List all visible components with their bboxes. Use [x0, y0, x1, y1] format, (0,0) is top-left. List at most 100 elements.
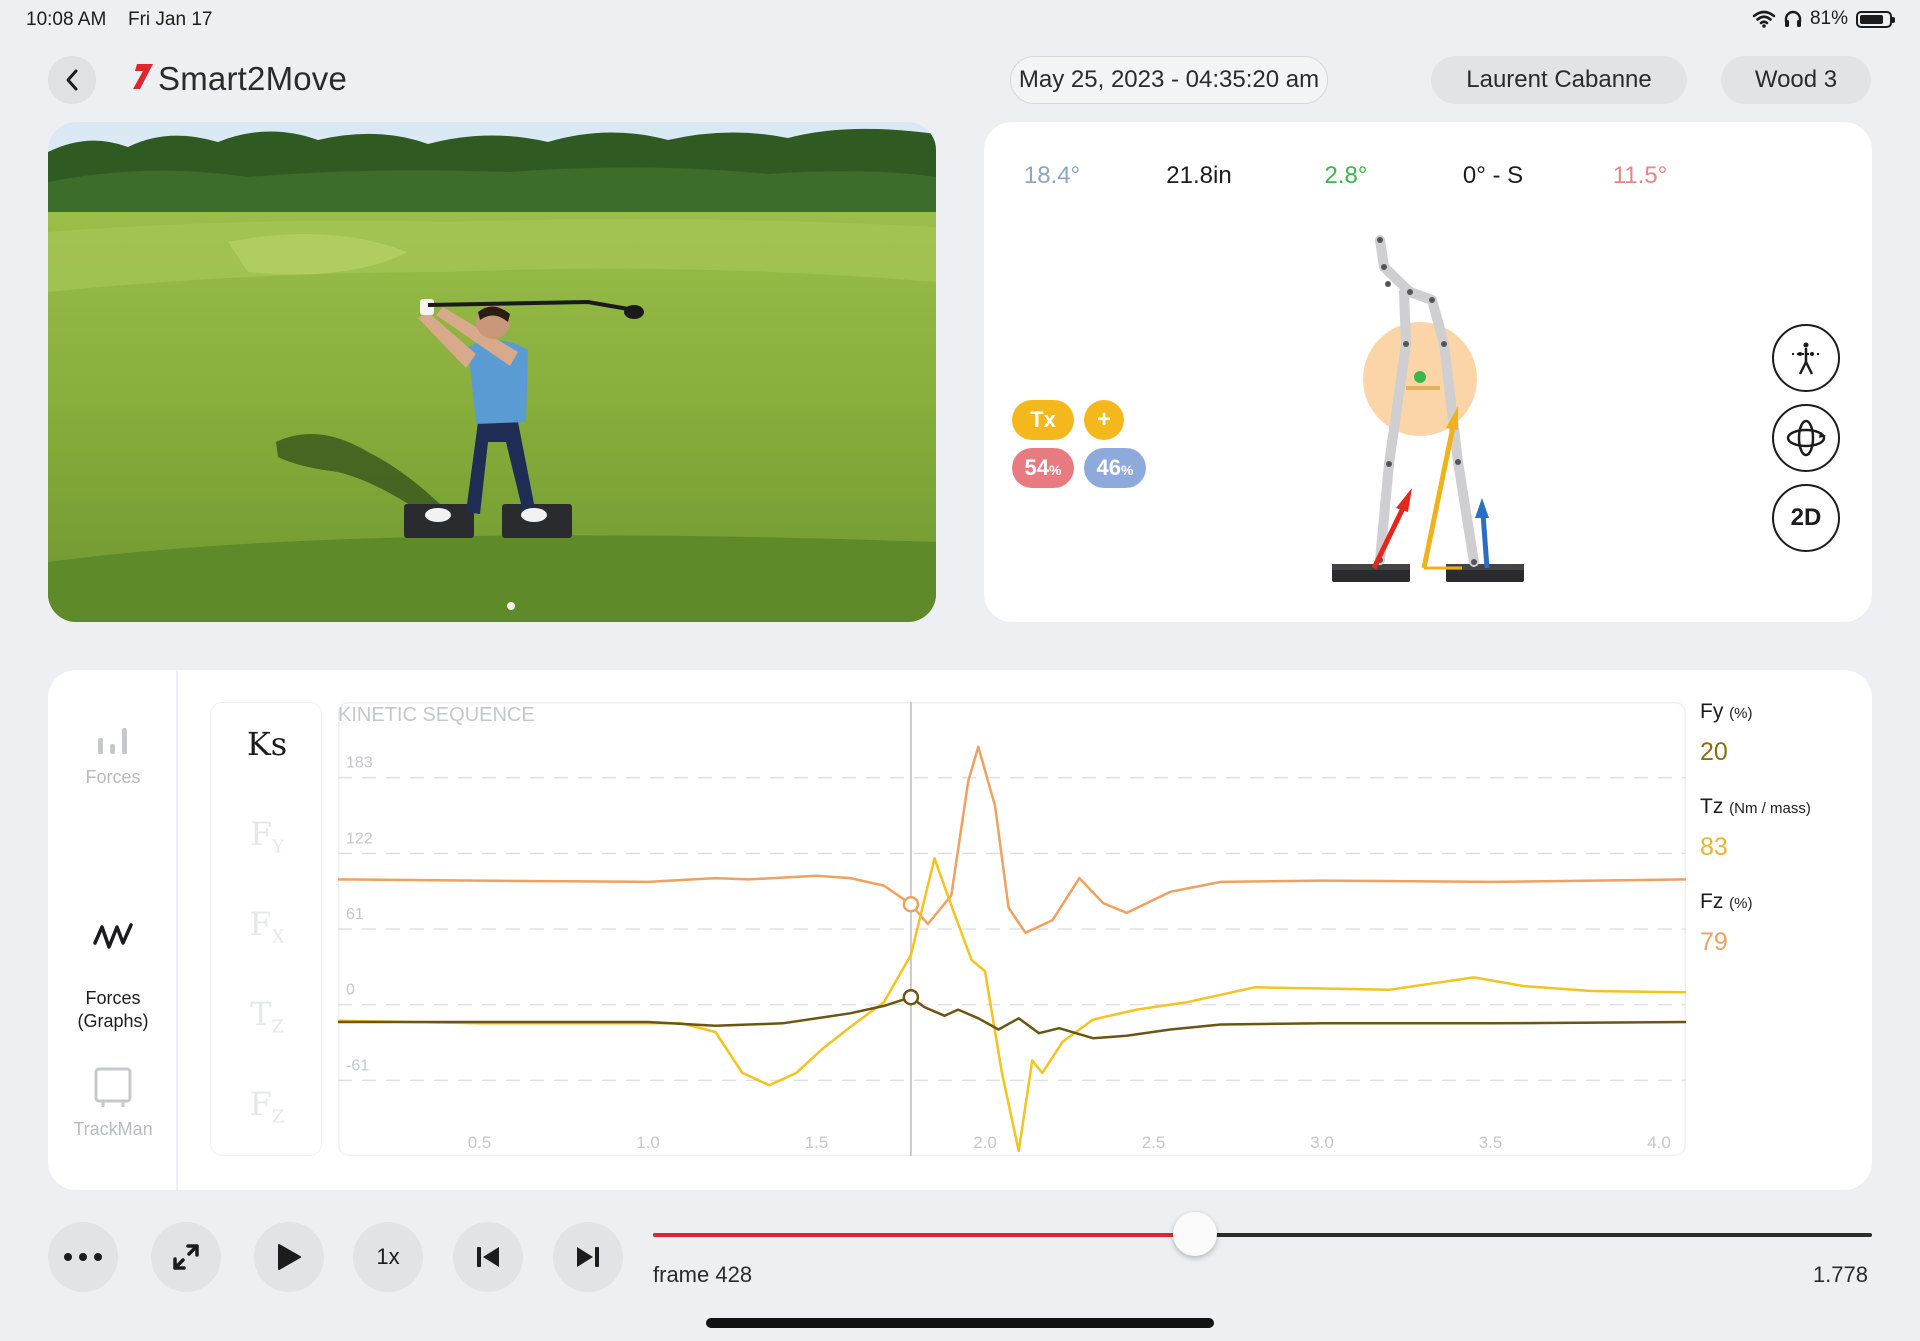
- frame-label: frame 428: [653, 1262, 753, 1287]
- legend-fy-unit: (%): [1729, 705, 1753, 722]
- battery-percent: 81%: [1809, 8, 1848, 29]
- club-selector[interactable]: Wood 3: [1721, 56, 1871, 104]
- selector-fx[interactable]: FX: [211, 905, 323, 947]
- skip-forward-icon: [577, 1247, 599, 1267]
- nav-forces-graphs-label: Forces (Graphs): [77, 987, 149, 1032]
- legend-tz: Tz (Nm / mass) 83: [1700, 795, 1870, 862]
- status-bar: 10:08 AM Fri Jan 17 81%: [0, 0, 1920, 40]
- x-tick-label-0: 0.5: [468, 1133, 492, 1152]
- view-2d-button[interactable]: 2D: [1772, 484, 1840, 552]
- chevron-left-icon: [66, 69, 78, 91]
- weight-right-value: 46: [1096, 455, 1122, 480]
- series-line-2: [338, 995, 1687, 1040]
- tx-badge[interactable]: Tx: [1012, 400, 1074, 440]
- more-dots-icon: [64, 1253, 102, 1261]
- selector-ks-label: Ks: [246, 725, 288, 763]
- selector-fx-label: F: [249, 905, 272, 943]
- selector-fz-label: F: [249, 1085, 272, 1123]
- weight-left-value: 54: [1024, 455, 1050, 480]
- series-marker-0: [902, 895, 920, 913]
- x-tick-label-2: 1.5: [805, 1133, 829, 1152]
- selector-fz[interactable]: FZ: [211, 1085, 323, 1127]
- next-frame-button[interactable]: [553, 1222, 623, 1292]
- nav-forces-label: Forces: [85, 767, 141, 787]
- speed-button[interactable]: 1x: [353, 1222, 423, 1292]
- chart-legend: Fy (%) 20 Tz (Nm / mass) 83 Fz (%) 79: [1700, 700, 1870, 957]
- y-tick-label-2: 61: [346, 906, 364, 923]
- legend-fy-value: 20: [1700, 738, 1728, 766]
- more-options-button[interactable]: [48, 1222, 118, 1292]
- swing-video[interactable]: [48, 122, 936, 622]
- trackman-icon: [94, 1067, 132, 1107]
- side-nav: Forces Forces (Graphs) TrackMan: [48, 670, 178, 1190]
- nav-trackman[interactable]: TrackMan: [48, 1066, 178, 1141]
- add-badge-button[interactable]: +: [1084, 400, 1124, 440]
- skip-back-icon: [477, 1247, 499, 1267]
- chart-title: KINETIC SEQUENCE: [338, 704, 535, 726]
- legend-fz-unit: (%): [1729, 895, 1753, 912]
- selector-fy-sub: Y: [272, 836, 285, 858]
- legend-fz-name: Fz: [1700, 890, 1724, 913]
- body-skeleton-model[interactable]: [984, 122, 1872, 622]
- series-marker-2: [902, 988, 920, 1006]
- timeline-progress: [653, 1233, 1196, 1237]
- x-tick-label-6: 3.5: [1479, 1133, 1503, 1152]
- weight-left-unit: %: [1049, 462, 1062, 478]
- headphones-icon: [1784, 10, 1802, 27]
- rotate-view-button[interactable]: [1772, 404, 1840, 472]
- weight-right-badge: 46%: [1084, 448, 1146, 488]
- wifi-icon: [1752, 10, 1776, 28]
- x-tick-label-1: 1.0: [636, 1133, 660, 1152]
- chart-svg: KINETIC SEQUENCE 183 122 61 0 -61 0.5 1.0 1.5 2.0…: [337, 702, 1687, 1156]
- y-tick-label-4: -61: [346, 1057, 369, 1074]
- back-button[interactable]: [48, 56, 96, 104]
- weight-left-badge: 54%: [1012, 448, 1074, 488]
- nav-trackman-label: TrackMan: [73, 1119, 153, 1139]
- view-2d-label: 2D: [1790, 504, 1822, 531]
- app-logo: Smart2Move: [128, 60, 347, 98]
- weight-right-unit: %: [1121, 462, 1134, 478]
- nav-forces-graphs[interactable]: Forces (Graphs): [48, 896, 178, 1034]
- y-tick-label-1: 122: [346, 830, 373, 847]
- previous-frame-button[interactable]: [453, 1222, 523, 1292]
- status-right: 81%: [1752, 8, 1895, 30]
- skeleton-icon: [1792, 342, 1820, 375]
- legend-fz-value: 79: [1700, 928, 1728, 956]
- selector-tz-sub: Z: [271, 1016, 284, 1038]
- skeleton-view-button[interactable]: [1772, 324, 1840, 392]
- selector-fx-sub: X: [271, 926, 285, 948]
- legend-fy-name: Fy: [1700, 700, 1724, 723]
- kinetic-sequence-chart[interactable]: KINETIC SEQUENCE 183 122 61 0 -61 0.5 1.0 1.5 2.0…: [337, 702, 1687, 1156]
- series-line-0: [337, 745, 1687, 934]
- legend-tz-name: Tz: [1700, 795, 1724, 818]
- session-date-selector[interactable]: May 25, 2023 - 04:35:20 am: [1010, 56, 1328, 104]
- header: Smart2Move May 25, 2023 - 04:35:20 am La…: [0, 54, 1920, 108]
- x-tick-label-3: 2.0: [973, 1133, 997, 1152]
- status-date: Fri Jan 17: [128, 9, 213, 30]
- wave-icon: [93, 923, 133, 950]
- body-model-panel: 18.4° 21.8in 2.8° 0° - S 11.5° Tx + 54 %…: [984, 122, 1872, 622]
- nav-forces[interactable]: Forces: [48, 722, 178, 789]
- video-frame: [48, 122, 936, 622]
- selector-tz[interactable]: TZ: [211, 995, 323, 1037]
- fullscreen-button[interactable]: [151, 1222, 221, 1292]
- player-selector[interactable]: Laurent Cabanne: [1431, 56, 1687, 104]
- legend-fz: Fz (%) 79: [1700, 890, 1870, 957]
- graph-selector: Ks FY FX TZ FZ: [210, 702, 322, 1156]
- logo-mark-icon: [128, 62, 154, 96]
- selector-fy-label: F: [249, 815, 273, 853]
- play-button[interactable]: [254, 1222, 324, 1292]
- speed-label: 1x: [376, 1244, 400, 1269]
- rotate-3d-icon: [1786, 419, 1826, 457]
- logo-text: Smart2Move: [158, 60, 348, 97]
- timeline-scrubber[interactable]: [653, 1212, 1872, 1256]
- time-label: 1.778: [1812, 1262, 1868, 1287]
- y-tick-label-3: 0: [346, 982, 355, 999]
- graph-panel: Forces Forces (Graphs) TrackMan Ks FY FX…: [48, 670, 1872, 1190]
- x-tick-label-5: 3.0: [1310, 1133, 1334, 1152]
- selector-ks[interactable]: Ks: [211, 725, 323, 763]
- bar-chart-icon: [98, 728, 127, 754]
- selector-tz-label: T: [250, 995, 272, 1033]
- selector-fy[interactable]: FY: [211, 815, 323, 857]
- x-tick-label-4: 2.5: [1142, 1133, 1166, 1152]
